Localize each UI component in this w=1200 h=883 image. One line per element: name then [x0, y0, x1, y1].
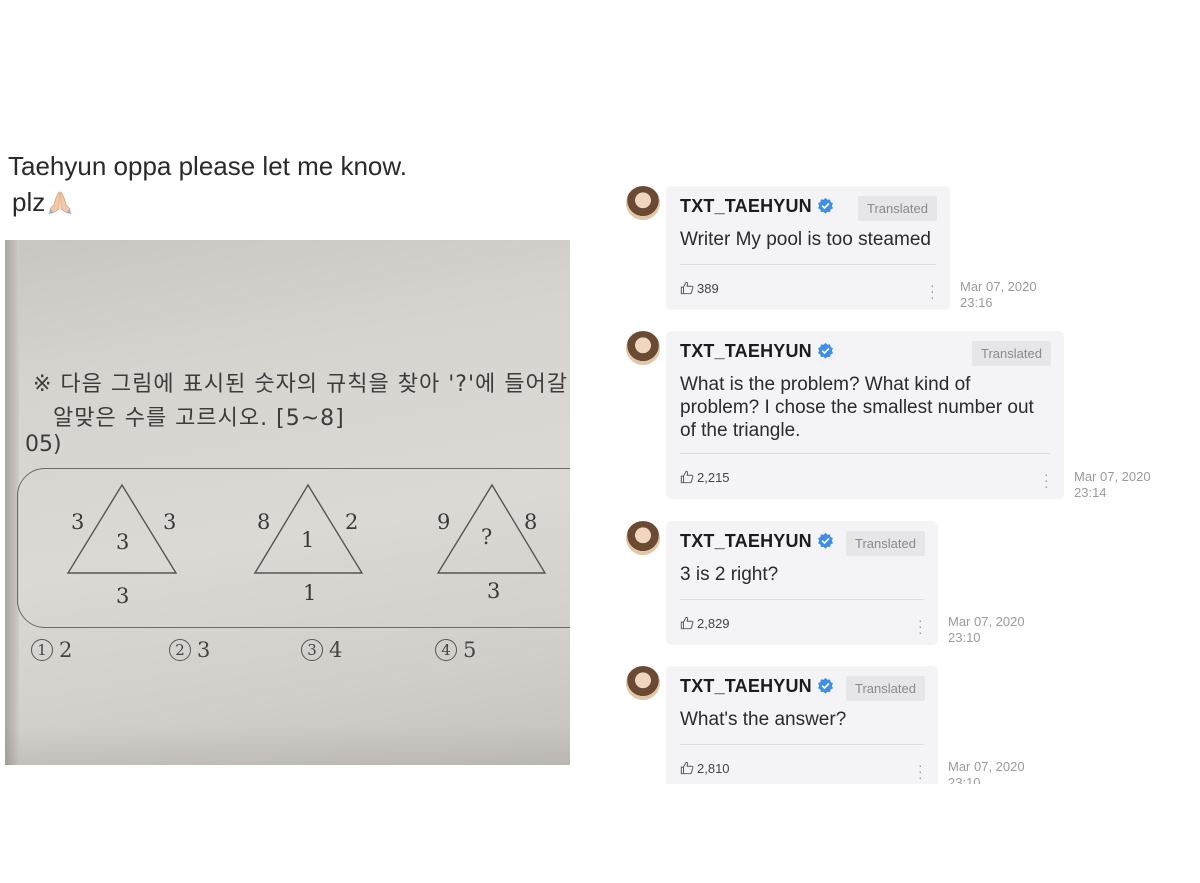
choice-4-mark: 4 — [435, 639, 457, 661]
thumbs-up-icon — [680, 761, 694, 775]
author-name: TXT_TAEHYUN — [680, 341, 812, 361]
thumbs-up-icon — [680, 616, 694, 630]
like-count: 389 — [697, 281, 719, 296]
triangle-3-bottom: 3 — [487, 579, 501, 603]
comment-item: TXT_TAEHYUN Translated 3 is 2 right? 2,8… — [626, 521, 1046, 651]
comment-timestamp: Mar 07, 2020 23:10 — [948, 614, 1025, 646]
translated-button[interactable]: Translated — [858, 196, 937, 221]
comment-time: 23:14 — [1074, 485, 1107, 500]
choice-3-mark: 3 — [301, 639, 323, 661]
triangle-2-bottom: 1 — [303, 581, 317, 605]
triangle-3-center: ? — [481, 525, 493, 549]
photo-shadow — [5, 725, 570, 765]
triangles-drawing — [66, 483, 547, 574]
more-options-icon[interactable]: · · · — [930, 278, 935, 304]
comment-author[interactable]: TXT_TAEHYUN — [680, 341, 834, 362]
triangle-2-left: 8 — [257, 510, 271, 534]
avatar[interactable] — [626, 331, 660, 365]
comment-date: Mar 07, 2020 — [948, 614, 1025, 629]
translated-button[interactable]: Translated — [846, 676, 925, 701]
comment-date: Mar 07, 2020 — [960, 279, 1037, 294]
like-count: 2,215 — [697, 470, 730, 485]
comment-text: Writer My pool is too steamed — [680, 229, 931, 250]
comment-divider — [680, 599, 924, 600]
comment-author[interactable]: TXT_TAEHYUN — [680, 531, 834, 552]
verified-badge-icon — [817, 342, 833, 359]
like-button[interactable]: 2,829 — [680, 616, 730, 631]
post-line-2: plz — [8, 184, 407, 220]
comment-time: 23:10 — [948, 775, 981, 784]
verified-badge-icon — [817, 197, 833, 214]
comment-card: TXT_TAEHYUN Translated What is the probl… — [666, 331, 1064, 499]
verified-badge-icon — [817, 532, 833, 549]
comment-card: TXT_TAEHYUN Translated 3 is 2 right? 2,8… — [666, 521, 938, 645]
comment-divider — [680, 264, 936, 265]
triangle-2-right: 2 — [345, 510, 359, 534]
like-count: 2,829 — [697, 616, 730, 631]
choice-3: 34 — [301, 638, 342, 662]
author-name: TXT_TAEHYUN — [680, 531, 812, 551]
worksheet-photo: ※ 다음 그림에 표시된 숫자의 규칙을 찾아 '?'에 들어갈 알맞은 수를 … — [5, 240, 570, 765]
more-options-icon[interactable]: · · · — [1044, 467, 1049, 493]
triangle-3-left: 9 — [437, 510, 451, 534]
choice-2-value: 3 — [197, 638, 211, 662]
folded-hands-icon — [49, 191, 72, 214]
comment-timestamp: Mar 07, 2020 23:14 — [1074, 469, 1151, 501]
more-options-icon[interactable]: · · · — [918, 758, 923, 784]
triangle-1-bottom: 3 — [116, 584, 130, 608]
avatar[interactable] — [626, 186, 660, 220]
triangle-3-right: 8 — [524, 510, 538, 534]
choice-3-value: 4 — [329, 638, 343, 662]
comment-item: TXT_TAEHYUN Translated Writer My pool is… — [626, 186, 1046, 316]
comment-divider — [680, 453, 1050, 454]
choice-4: 45 — [435, 638, 476, 662]
like-button[interactable]: 2,215 — [680, 470, 730, 485]
author-name: TXT_TAEHYUN — [680, 676, 812, 696]
comment-text: What's the answer? — [680, 709, 847, 730]
author-name: TXT_TAEHYUN — [680, 196, 812, 216]
like-button[interactable]: 2,810 — [680, 761, 730, 776]
comment-date: Mar 07, 2020 — [948, 759, 1025, 774]
comment-author[interactable]: TXT_TAEHYUN — [680, 196, 834, 217]
comment-divider — [680, 744, 924, 745]
more-options-icon[interactable]: · · · — [918, 613, 923, 639]
like-count: 2,810 — [697, 761, 730, 776]
translated-button[interactable]: Translated — [846, 531, 925, 556]
comment-date: Mar 07, 2020 — [1074, 469, 1151, 484]
triangle-2-center: 1 — [301, 528, 315, 552]
comment-author[interactable]: TXT_TAEHYUN — [680, 676, 834, 697]
thumbs-up-icon — [680, 470, 694, 484]
choice-1: 12 — [31, 638, 72, 662]
choice-1-value: 2 — [59, 638, 73, 662]
avatar[interactable] — [626, 666, 660, 700]
comment-text: 3 is 2 right? — [680, 564, 779, 585]
avatar[interactable] — [626, 521, 660, 555]
comment-text: What is the problem? What kind of proble… — [680, 374, 1034, 441]
choice-2: 23 — [169, 638, 210, 662]
choice-1-mark: 1 — [31, 639, 53, 661]
triangle-1-center: 3 — [116, 530, 130, 554]
triangle-1-right: 3 — [163, 510, 177, 534]
comment-time: 23:16 — [960, 295, 993, 310]
post-text: Taehyun oppa please let me know. plz — [8, 148, 407, 220]
thumbs-up-icon — [680, 281, 694, 295]
comment-time: 23:10 — [948, 630, 981, 645]
like-button[interactable]: 389 — [680, 281, 719, 296]
translated-button[interactable]: Translated — [972, 341, 1051, 366]
verified-badge-icon — [817, 677, 833, 694]
comment-card: TXT_TAEHYUN Translated What's the answer… — [666, 666, 938, 784]
comment-card: TXT_TAEHYUN Translated Writer My pool is… — [666, 186, 950, 310]
post-line-1: Taehyun oppa please let me know. — [8, 151, 407, 181]
comment-timestamp: Mar 07, 2020 23:10 — [948, 759, 1025, 784]
comment-item: TXT_TAEHYUN Translated What is the probl… — [626, 331, 1166, 506]
triangle-1-left: 3 — [71, 510, 85, 534]
choice-2-mark: 2 — [169, 639, 191, 661]
choice-4-value: 5 — [463, 638, 477, 662]
comment-item: TXT_TAEHYUN Translated What's the answer… — [626, 666, 1046, 784]
post-line-2-text: plz — [12, 187, 46, 217]
comment-timestamp: Mar 07, 2020 23:16 — [960, 279, 1037, 311]
